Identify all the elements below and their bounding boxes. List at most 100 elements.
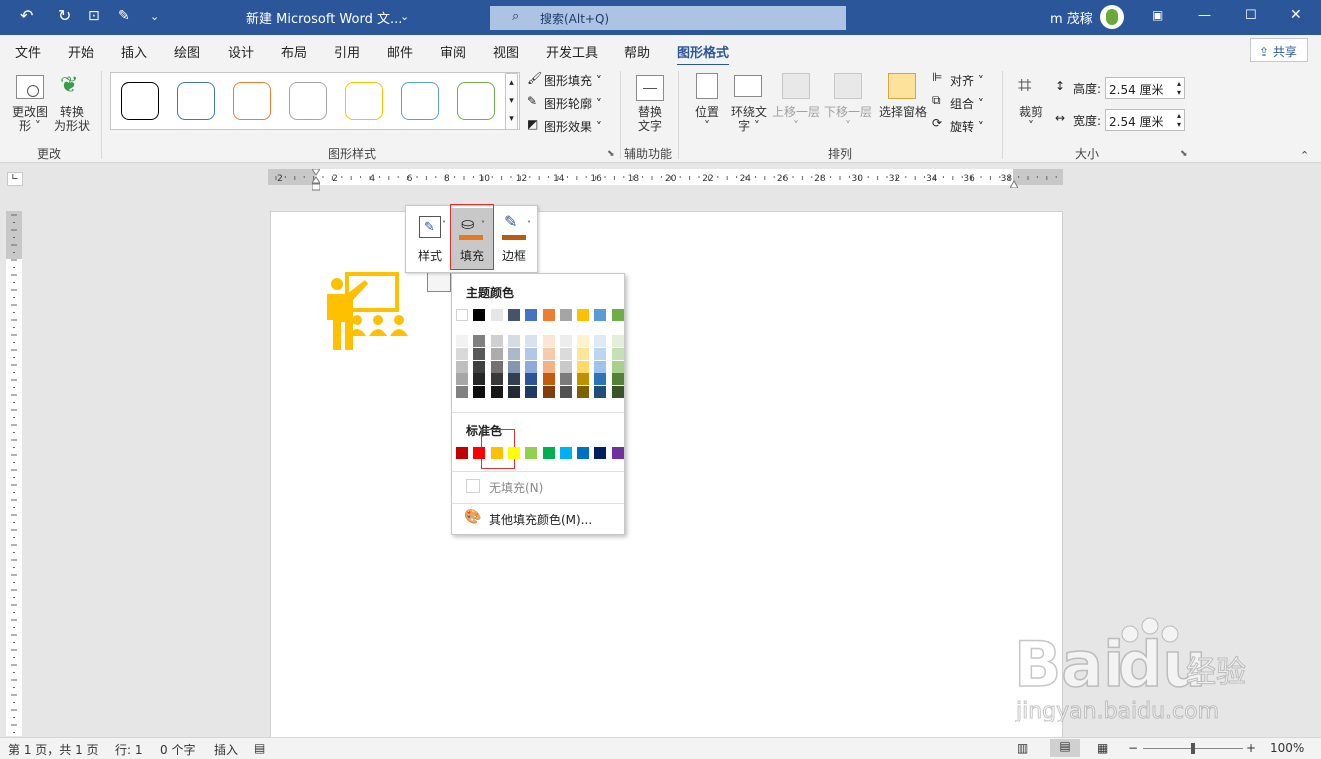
theme-shade-swatch[interactable] [490, 347, 503, 360]
page-count[interactable]: 第 1 页，共 1 页 [8, 741, 99, 758]
align-button[interactable]: 对齐 ˅ [950, 72, 984, 89]
search-box[interactable]: ⌕ 搜索(Alt+Q) [490, 6, 846, 30]
edit-icon[interactable]: ✎ [118, 8, 130, 24]
shape-fill-icon[interactable]: 🖌 [527, 71, 542, 85]
macro-record-icon[interactable]: ▤ [254, 741, 265, 755]
theme-shade-swatch[interactable] [456, 373, 468, 386]
theme-color-swatch[interactable] [456, 309, 468, 321]
theme-shade-swatch[interactable] [473, 347, 486, 360]
theme-shade-swatch[interactable] [542, 347, 555, 360]
teacher-icon[interactable] [323, 272, 413, 350]
theme-shade-swatch[interactable] [559, 335, 572, 347]
style-swatch[interactable] [457, 82, 495, 120]
theme-shade-swatch[interactable] [559, 386, 572, 399]
style-swatch[interactable] [345, 82, 383, 120]
theme-shade-swatch[interactable] [611, 373, 624, 386]
standard-color-swatch[interactable] [577, 447, 590, 459]
style-dropdown-icon[interactable]: ˅ [442, 220, 446, 229]
zoom-level[interactable]: 100% [1270, 741, 1304, 755]
tab-design[interactable]: 设计 [228, 42, 254, 61]
word-count[interactable]: 0 个字 [160, 741, 195, 758]
theme-shade-swatch[interactable] [611, 347, 624, 360]
theme-shade-swatch[interactable] [507, 347, 520, 360]
theme-shade-swatch[interactable] [577, 373, 590, 386]
ribbon-display-icon[interactable]: ▣ [1152, 8, 1163, 22]
theme-shade-swatch[interactable] [456, 386, 468, 399]
position-icon[interactable] [696, 73, 718, 99]
theme-shade-swatch[interactable] [559, 347, 572, 360]
theme-shade-swatch[interactable] [456, 335, 468, 347]
title-dropdown-icon[interactable]: ⌄ [400, 10, 409, 23]
standard-color-swatch[interactable] [456, 447, 468, 459]
style-swatch[interactable] [401, 82, 439, 120]
height-spinner-icon[interactable]: ▴ ▾ [1177, 79, 1181, 97]
style-swatch[interactable] [177, 82, 215, 120]
zoom-out-icon[interactable]: − [1128, 741, 1138, 755]
selection-pane-button[interactable]: 选择窗格 [876, 105, 930, 119]
theme-shade-swatch[interactable] [577, 360, 590, 373]
standard-color-swatch[interactable] [473, 447, 486, 459]
group-icon[interactable]: ⧉ [932, 93, 941, 108]
theme-shade-swatch[interactable] [577, 335, 590, 347]
standard-color-swatch[interactable] [594, 447, 607, 459]
tab-home[interactable]: 开始 [68, 42, 94, 61]
theme-shade-swatch[interactable] [594, 335, 607, 347]
rotate-icon[interactable]: ⟳ [932, 116, 942, 130]
customize-toolbar-icon[interactable]: ⌄ [150, 10, 159, 23]
convert-to-shape-icon[interactable]: ❦ [60, 73, 78, 98]
theme-shade-swatch[interactable] [594, 386, 607, 399]
theme-shade-swatch[interactable] [594, 373, 607, 386]
border-dropdown-icon[interactable]: ˅ [527, 220, 531, 229]
shape-effects-icon[interactable]: ◩ [527, 117, 538, 131]
tab-review[interactable]: 审阅 [440, 42, 466, 61]
theme-shade-swatch[interactable] [490, 373, 503, 386]
undo-icon[interactable]: ↶ [20, 6, 33, 25]
theme-shade-swatch[interactable] [611, 386, 624, 399]
read-mode-icon[interactable]: ▥ [1017, 741, 1028, 755]
position-button[interactable]: 位置 ˅ [688, 105, 726, 133]
size-dialog-launcher-icon[interactable]: ⬊ [1180, 149, 1188, 159]
theme-shade-swatch[interactable] [525, 386, 538, 399]
shape-outline-icon[interactable]: ✎ [527, 94, 537, 108]
theme-shade-swatch[interactable] [473, 360, 486, 373]
indent-marker-icon[interactable] [311, 168, 321, 191]
theme-shade-swatch[interactable] [542, 386, 555, 399]
tab-draw[interactable]: 绘图 [174, 42, 200, 61]
crop-button[interactable]: 裁剪 ˅ [1012, 105, 1050, 133]
minimize-icon[interactable]: — [1198, 8, 1211, 23]
theme-color-swatch[interactable] [611, 309, 624, 321]
style-button[interactable]: 样式 [418, 247, 442, 264]
theme-shade-swatch[interactable] [594, 347, 607, 360]
theme-color-swatch[interactable] [525, 309, 538, 321]
theme-shade-swatch[interactable] [594, 360, 607, 373]
theme-shade-swatch[interactable] [473, 386, 486, 399]
align-icon[interactable]: ⊫ [932, 70, 942, 84]
theme-color-swatch[interactable] [507, 309, 520, 321]
theme-shade-swatch[interactable] [473, 335, 486, 347]
shape-outline-button[interactable]: 图形轮廓 ˅ [544, 95, 602, 112]
change-shape-button[interactable]: 更改图 形 ˅ [8, 105, 52, 133]
wrap-text-button[interactable]: 环绕文 字 ˅ [726, 105, 772, 133]
standard-color-swatch[interactable] [507, 447, 520, 459]
send-backward-icon[interactable] [834, 73, 862, 99]
standard-color-swatch[interactable] [490, 447, 503, 459]
standard-color-swatch[interactable] [611, 447, 624, 459]
right-indent-marker-icon[interactable] [1009, 177, 1019, 191]
change-shape-icon[interactable] [16, 75, 44, 99]
group-button[interactable]: 组合 ˅ [950, 95, 984, 112]
theme-shade-swatch[interactable] [577, 386, 590, 399]
theme-shade-swatch[interactable] [490, 360, 503, 373]
tab-mailings[interactable]: 邮件 [387, 42, 413, 61]
send-backward-button[interactable]: 下移一层 ˅ [822, 105, 874, 133]
layout-options-icon[interactable] [427, 272, 451, 292]
shape-fill-button[interactable]: 图形填充 ˅ [544, 72, 602, 89]
standard-color-swatch[interactable] [559, 447, 572, 459]
theme-shade-swatch[interactable] [507, 373, 520, 386]
theme-shade-swatch[interactable] [577, 347, 590, 360]
gallery-scroll[interactable]: ▴ ▾ ▾ [505, 73, 518, 130]
close-icon[interactable]: ✕ [1290, 7, 1302, 23]
theme-color-swatch[interactable] [490, 309, 503, 321]
theme-shade-swatch[interactable] [456, 347, 468, 360]
standard-color-swatch[interactable] [542, 447, 555, 459]
tab-file[interactable]: 文件 [15, 42, 41, 61]
